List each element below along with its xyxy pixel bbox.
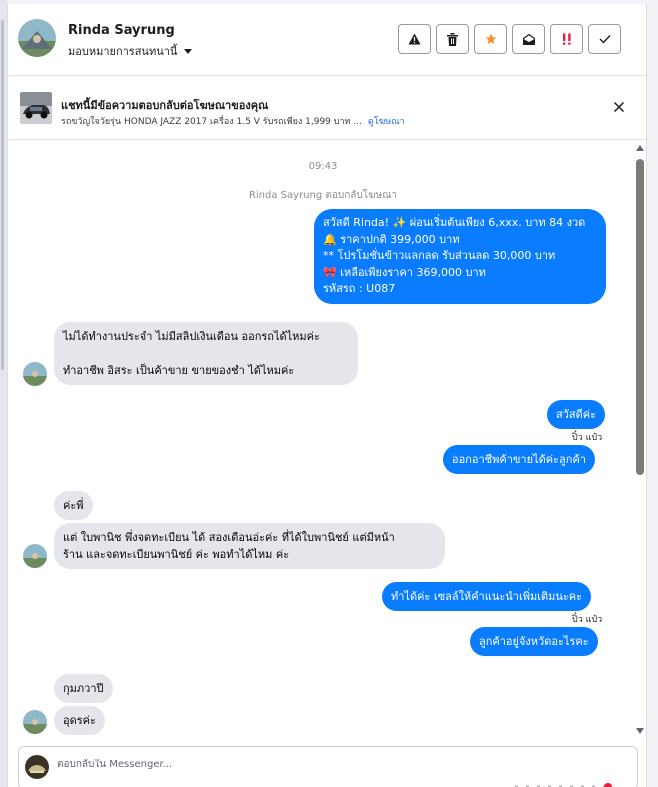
- conversation-panel: Rinda Sayrung มอบหมายการสนทนานี้ แชทนี้ม…: [7, 4, 648, 787]
- contact-avatar[interactable]: [18, 19, 56, 57]
- message-line: แต่ ใบพานิช พึ่งจดทะเบียน ได้ สองเดือนอ่…: [63, 531, 395, 544]
- incoming-message[interactable]: แต่ ใบพานิช พึ่งจดทะเบียน ได้ สองเดือนอ่…: [54, 523, 445, 569]
- contact-name[interactable]: Rinda Sayrung: [68, 23, 175, 38]
- message-line: ทำอาชีพ อิสระ เป็นค้าขาย ขายของชำ ได้ไหม…: [63, 364, 295, 377]
- page-avatar: [25, 755, 49, 779]
- outgoing-message[interactable]: ออกอาชีพค้าขายได้ค่ะลูกค้า: [443, 445, 595, 474]
- thread-scrollbar-thumb[interactable]: [636, 159, 644, 475]
- assign-conversation-dropdown[interactable]: มอบหมายการสนทนานี้: [68, 42, 193, 60]
- message-thread[interactable]: 09:43 Rinda Sayrung ตอบกลับโฆษณา สวัสดี …: [8, 141, 648, 741]
- checkmark-icon: [599, 35, 611, 44]
- assign-label: มอบหมายการสนทนานี้: [68, 45, 178, 58]
- view-ad-link[interactable]: ดูโฆษณา: [368, 117, 405, 127]
- promo-line: 🔔 ราคาปกติ 399,000 บาท: [323, 232, 460, 246]
- mark-unread-button[interactable]: [512, 24, 545, 54]
- scroll-up-arrow[interactable]: [636, 145, 644, 151]
- message-line: ไม่ได้ทำงานประจำ ไม่มีสลิปเงินเดือน ออกร…: [63, 330, 320, 343]
- promo-line: 🎀 เหลือเพียงราคา 369,000 บาท: [323, 265, 486, 279]
- outgoing-message-promo[interactable]: สวัสดี Rinda! ✨ ผ่อนเริ่มต้นเพียง 6,xxx.…: [314, 209, 606, 304]
- seen-receipt: ปิ๋ว แป๋ว: [572, 615, 603, 625]
- ad-reply-banner: แชทนี้มีข้อความตอบกลับต่อโฆษณาของคุณ รถข…: [8, 76, 648, 140]
- ad-reply-notice: Rinda Sayrung ตอบกลับโฆษณา: [248, 190, 398, 201]
- chevron-down-icon: [184, 48, 193, 54]
- ad-banner-title: แชทนี้มีข้อความตอบกลับต่อโฆษณาของคุณ: [61, 99, 269, 112]
- close-icon[interactable]: [612, 100, 626, 114]
- conversation-actions: [398, 24, 621, 54]
- promo-line: ** โปรโมชั่นข้าวแลกลด รับส่วนลด 30,000 บ…: [323, 249, 556, 262]
- scroll-down-arrow[interactable]: [636, 728, 644, 734]
- promo-line: สวัสดี Rinda! ✨ ผ่อนเริ่มต้นเพียง 6,xxx.…: [323, 216, 586, 229]
- delete-button[interactable]: [436, 24, 469, 54]
- ad-thumbnail[interactable]: [20, 92, 52, 124]
- message-line: ร้าน และจดทะเบียนพานิชย์ ค่ะ พอทำได้ไหม …: [63, 548, 290, 561]
- incoming-message[interactable]: ไม่ได้ทำงานประจำ ไม่มีสลิปเงินเดือน ออกร…: [54, 322, 358, 385]
- follow-up-button[interactable]: [550, 24, 583, 54]
- star-button[interactable]: [474, 24, 507, 54]
- star-icon: [485, 33, 496, 44]
- notification-dot: [604, 783, 612, 787]
- outgoing-message[interactable]: ทำได้ค่ะ เซลล์ให้คำแนะนำเพิ่มเติมนะคะ: [382, 582, 592, 611]
- promo-line: รหัสรถ : U087: [323, 282, 396, 295]
- conversation-header: Rinda Sayrung มอบหมายการสนทนานี้: [8, 4, 648, 76]
- incoming-message[interactable]: อุดรค่ะ: [54, 706, 105, 735]
- follow-up-icon: [562, 33, 571, 45]
- outgoing-message[interactable]: ลูกค้าอยู่จังหวัดอะไรคะ: [470, 627, 598, 656]
- ad-description: รถขวัญใจวัยรุ่น HONDA JAZZ 2017 เครื่อง …: [61, 117, 362, 127]
- incoming-message[interactable]: กุมภวาปี: [54, 674, 113, 703]
- left-panel-strip: [0, 0, 7, 787]
- ad-banner-subtitle: รถขวัญใจวัยรุ่น HONDA JAZZ 2017 เครื่อง …: [61, 114, 405, 128]
- seen-receipt: ปิ๋ว แป๋ว: [572, 433, 603, 443]
- left-scrollbar[interactable]: [1, 20, 4, 370]
- warning-icon: [408, 33, 421, 45]
- spam-button[interactable]: [398, 24, 431, 54]
- contact-avatar-small[interactable]: [23, 710, 47, 734]
- message-composer[interactable]: [18, 746, 638, 787]
- outgoing-message[interactable]: สวัสดีค่ะ: [547, 400, 606, 429]
- envelope-open-icon: [522, 33, 535, 45]
- mark-done-button[interactable]: [588, 24, 621, 54]
- reply-input[interactable]: [57, 759, 617, 770]
- incoming-message[interactable]: ค่ะพี่: [54, 491, 93, 520]
- message-timestamp: 09:43: [308, 161, 338, 172]
- trash-icon: [447, 32, 458, 46]
- contact-avatar-small[interactable]: [23, 544, 47, 568]
- contact-avatar-small[interactable]: [23, 362, 47, 386]
